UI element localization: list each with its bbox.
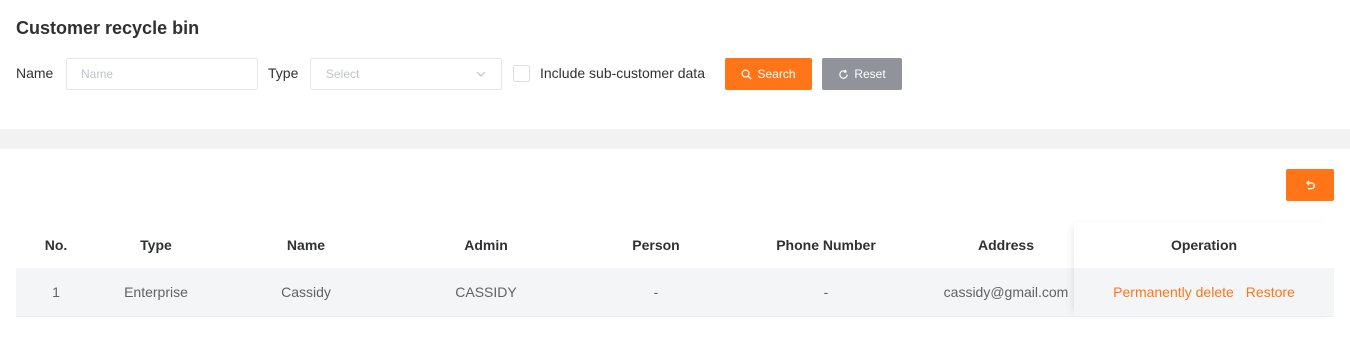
- reset-button-label: Reset: [854, 67, 886, 81]
- cell-address: cassidy@gmail.com: [943, 284, 1069, 300]
- column-header-person: Person: [632, 237, 680, 253]
- cell-admin: CASSIDY: [455, 284, 517, 300]
- operation-row-cell: Permanently delete Restore: [1074, 268, 1334, 317]
- column-header-type: Type: [140, 237, 172, 253]
- type-filter-label: Type: [268, 65, 299, 81]
- page-title: Customer recycle bin: [16, 18, 200, 38]
- section-divider: [0, 129, 1350, 149]
- cell-person: -: [653, 284, 659, 300]
- column-header-name: Name: [286, 237, 326, 253]
- permanently-delete-link[interactable]: Permanently delete: [1113, 284, 1234, 300]
- include-sub-checkbox[interactable]: [513, 65, 530, 82]
- back-button[interactable]: [1286, 169, 1334, 201]
- refresh-icon: [839, 69, 849, 79]
- chevron-down-icon: [476, 71, 486, 77]
- cell-phone: -: [823, 284, 829, 300]
- restore-link[interactable]: Restore: [1246, 284, 1295, 300]
- cell-type: Enterprise: [124, 284, 188, 300]
- column-header-phone: Phone Number: [776, 237, 876, 253]
- column-header-admin: Admin: [464, 237, 508, 253]
- undo-icon: [1306, 180, 1315, 190]
- name-filter-label: Name: [16, 65, 54, 81]
- operation-header-cell: Operation: [1074, 222, 1334, 268]
- search-button[interactable]: Search: [725, 58, 812, 90]
- column-header-no: No.: [44, 237, 68, 253]
- column-header-operation: Operation: [1170, 237, 1238, 253]
- type-select[interactable]: Select: [310, 58, 502, 90]
- cell-name: Cassidy: [281, 284, 331, 300]
- reset-button[interactable]: Reset: [822, 58, 902, 90]
- operation-actions: Permanently delete Restore: [1074, 268, 1334, 316]
- column-header-address: Address: [977, 237, 1035, 253]
- cell-no: 1: [52, 284, 60, 300]
- search-icon: [741, 69, 752, 80]
- name-input-wrapper[interactable]: [66, 58, 258, 90]
- type-select-placeholder: Select: [326, 67, 360, 81]
- name-input[interactable]: [67, 59, 257, 89]
- include-sub-label[interactable]: Include sub-customer data: [540, 65, 705, 81]
- search-button-label: Search: [757, 67, 796, 81]
